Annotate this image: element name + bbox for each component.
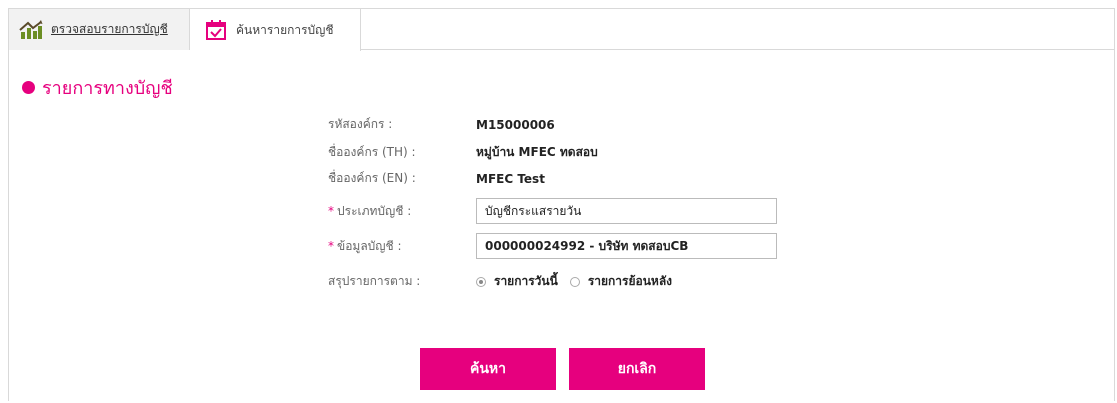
search-button[interactable]: ค้นหา <box>420 348 556 390</box>
row-org-code: รหัสองค์กร : M15000006 <box>328 115 555 134</box>
tab-bar: ตรวจสอบรายการบัญชี ค้นหารายการบัญชี <box>9 9 1114 51</box>
section-title-text: รายการทางบัญชี <box>42 78 173 99</box>
radio-past-unselected[interactable] <box>569 276 580 287</box>
tab-search-account[interactable]: ค้นหารายการบัญชี <box>190 9 361 51</box>
account-info-input[interactable]: 000000024992 - บริษัท ทดสอบCB <box>476 233 777 259</box>
calendar-check-icon <box>204 18 228 42</box>
radio-past-label: รายการย้อนหลัง <box>587 274 673 288</box>
section-title: รายการทางบัญชี <box>22 73 173 102</box>
tab-search-account-label: ค้นหารายการบัญชี <box>236 22 334 37</box>
org-code-value: M15000006 <box>476 117 555 132</box>
org-name-en-label: ชื่อองค์กร (EN) : <box>328 171 416 185</box>
summary-radio-group: รายการวันนี้ รายการย้อนหลัง <box>476 272 684 291</box>
account-info-value: 000000024992 - บริษัท ทดสอบCB <box>485 238 689 253</box>
summary-label: สรุปรายการตาม : <box>328 274 421 288</box>
tab-check-account[interactable]: ตรวจสอบรายการบัญชี <box>9 9 190 50</box>
radio-today[interactable]: รายการวันนี้ <box>476 272 558 291</box>
account-type-input[interactable]: บัญชีกระแสรายวัน <box>476 198 777 224</box>
required-mark: * <box>328 238 334 253</box>
cancel-button[interactable]: ยกเลิก <box>569 348 705 390</box>
radio-past[interactable]: รายการย้อนหลัง <box>569 272 673 291</box>
account-info-label: * ข้อมูลบัญชี : <box>328 238 402 253</box>
row-org-name-th: ชื่อองค์กร (TH) : หมู่บ้าน MFEC ทดสอบ <box>328 143 598 162</box>
bullet-dot-icon <box>22 81 35 94</box>
account-type-label: * ประเภทบัญชี : <box>328 203 412 218</box>
tab-check-account-label: ตรวจสอบรายการบัญชี <box>51 22 168 36</box>
chart-growth-icon <box>19 18 43 42</box>
row-account-info: * ข้อมูลบัญชี : 000000024992 - บริษัท ทดส… <box>328 233 777 259</box>
org-code-label: รหัสองค์กร : <box>328 117 393 131</box>
radio-today-selected[interactable] <box>476 276 486 287</box>
radio-today-label: รายการวันนี้ <box>494 274 558 288</box>
row-account-type: * ประเภทบัญชี : บัญชีกระแสรายวัน <box>328 198 777 224</box>
org-name-th-label: ชื่อองค์กร (TH) : <box>328 145 416 159</box>
required-mark: * <box>328 203 334 218</box>
row-summary: สรุปรายการตาม : รายการวันนี้ รายการย้อนห… <box>328 272 684 291</box>
row-org-name-en: ชื่อองค์กร (EN) : MFEC Test <box>328 169 545 188</box>
account-type-value: บัญชีกระแสรายวัน <box>485 203 582 218</box>
org-name-th-value: หมู่บ้าน MFEC ทดสอบ <box>476 145 598 159</box>
org-name-en-value: MFEC Test <box>476 171 545 186</box>
